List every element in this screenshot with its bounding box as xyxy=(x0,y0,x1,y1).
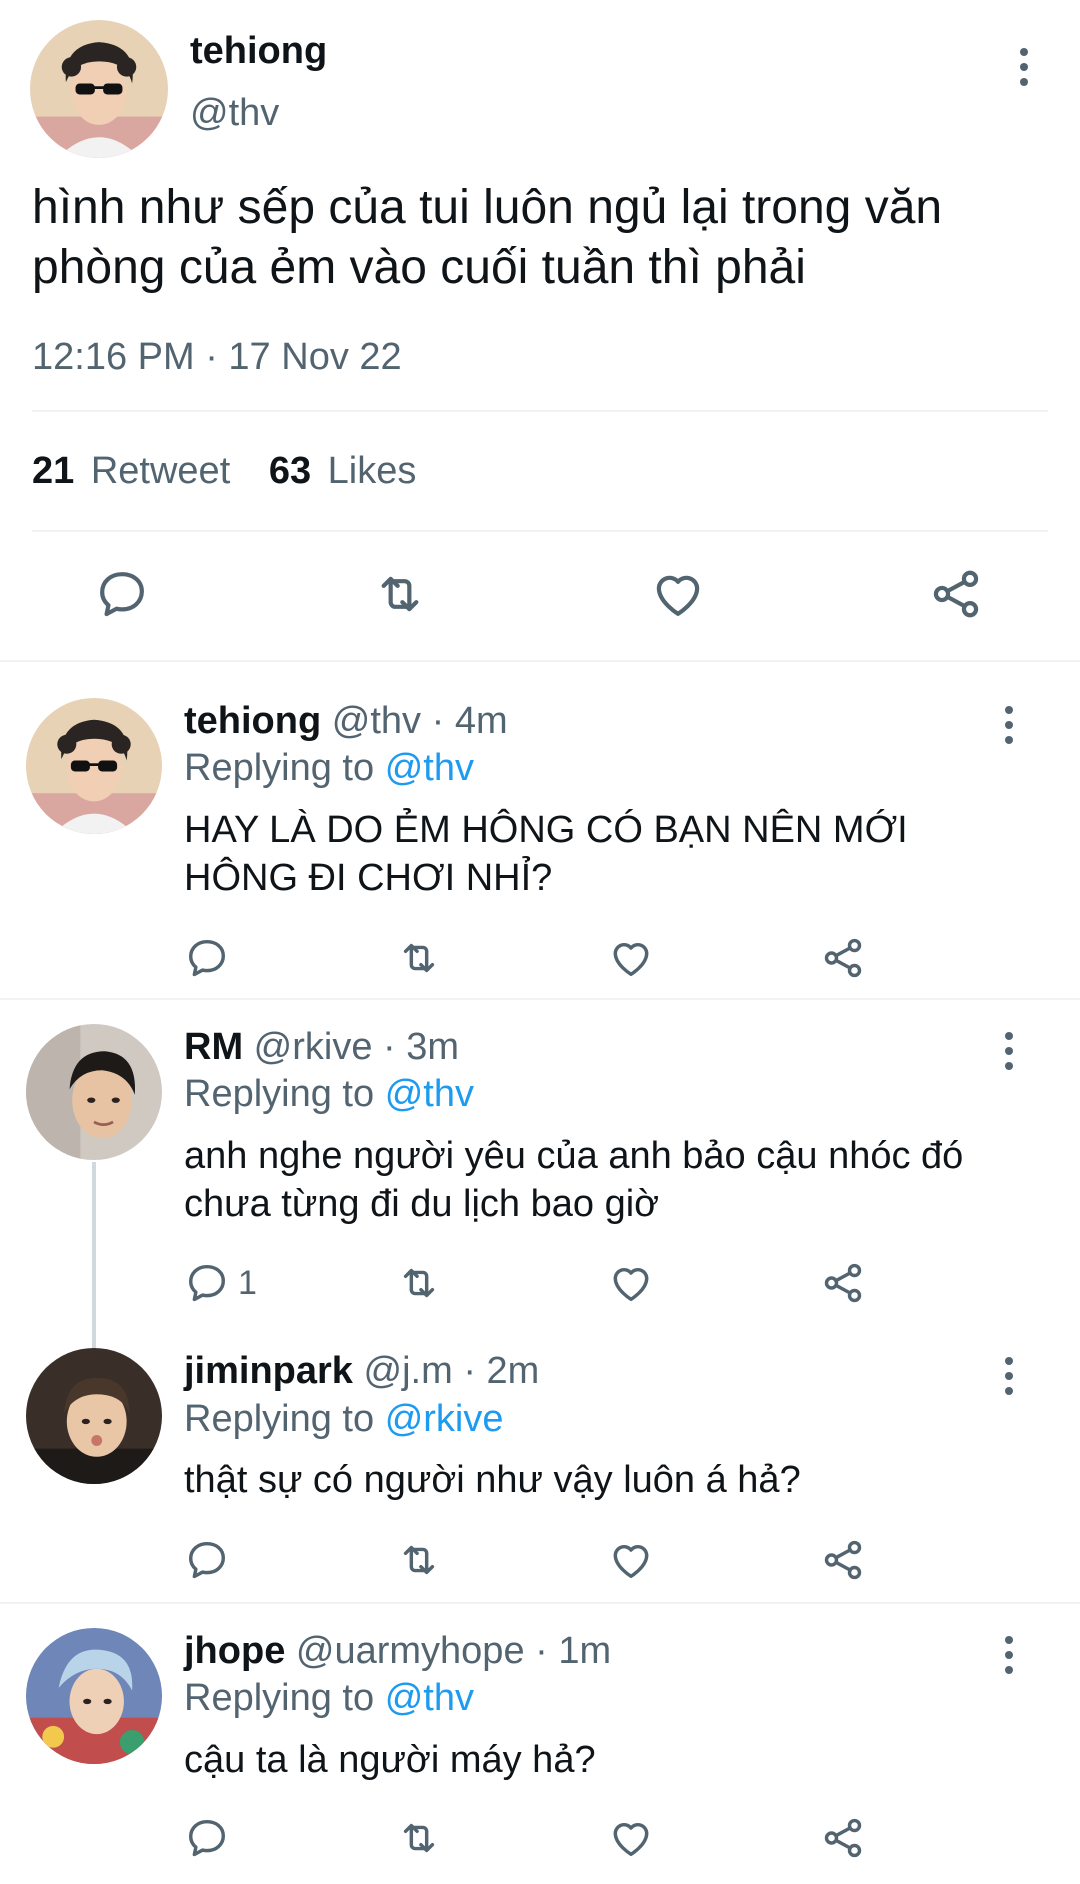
reply-icon[interactable] xyxy=(184,1260,230,1306)
replying-label: Replying to xyxy=(184,1398,375,1440)
reply-time: · 1m xyxy=(535,1630,612,1672)
reply-count: 1 xyxy=(238,1264,257,1302)
more-options-icon[interactable] xyxy=(1004,1357,1014,1402)
reply-header: jhope @uarmyhope · 1m xyxy=(184,1628,611,1674)
retweet-icon[interactable] xyxy=(396,1815,442,1861)
more-options-icon[interactable] xyxy=(1004,1636,1014,1681)
reply-header: jiminpark @j.m · 2m xyxy=(184,1348,539,1394)
like-icon[interactable] xyxy=(650,566,706,622)
divider xyxy=(0,998,1080,1000)
reply-text: cậu ta là người máy hả? xyxy=(184,1739,596,1781)
retweet-icon[interactable] xyxy=(396,935,442,981)
replying-to-link[interactable]: @thv xyxy=(385,1677,474,1719)
more-options-icon[interactable] xyxy=(1004,1032,1014,1077)
replying-label: Replying to xyxy=(184,1073,375,1115)
replying-to: Replying to @thv xyxy=(184,745,474,791)
retweet-icon[interactable] xyxy=(372,566,428,622)
reply-handle[interactable]: @thv xyxy=(332,700,421,742)
like-icon[interactable] xyxy=(608,1537,654,1583)
reply-handle[interactable]: @j.m xyxy=(364,1350,453,1392)
main-display-name[interactable]: tehiong xyxy=(190,30,327,73)
share-icon[interactable] xyxy=(928,566,984,622)
replying-to-link[interactable]: @thv xyxy=(385,747,474,789)
retweet-count[interactable]: 21 xyxy=(32,450,74,492)
more-options-icon[interactable] xyxy=(1019,48,1029,93)
like-icon[interactable] xyxy=(608,1260,654,1306)
reply-header: tehiong @thv · 4m xyxy=(184,698,508,744)
divider xyxy=(0,660,1080,662)
reply-display-name[interactable]: jiminpark xyxy=(184,1350,353,1392)
reply-time: · 2m xyxy=(463,1350,540,1392)
reply-text: thật sự có người như vậy luôn á hả? xyxy=(184,1459,801,1501)
like-count[interactable]: 63 xyxy=(269,450,311,492)
like-icon[interactable] xyxy=(608,1815,654,1861)
replying-label: Replying to xyxy=(184,747,375,789)
divider xyxy=(32,530,1048,532)
reply-header: RM @rkive · 3m xyxy=(184,1024,459,1070)
reply-display-name[interactable]: RM xyxy=(184,1026,243,1068)
divider xyxy=(32,410,1048,412)
reply-handle[interactable]: @uarmyhope xyxy=(296,1630,525,1672)
replying-to-link[interactable]: @rkive xyxy=(385,1398,504,1440)
reply-time: · 3m xyxy=(383,1026,460,1068)
thread-line xyxy=(92,1162,96,1348)
avatar[interactable] xyxy=(26,1024,162,1160)
replying-to-link[interactable]: @thv xyxy=(385,1073,474,1115)
like-icon[interactable] xyxy=(608,935,654,981)
main-timestamp[interactable]: 12:16 PM · 17 Nov 22 xyxy=(32,336,402,379)
more-options-icon[interactable] xyxy=(1004,706,1014,751)
retweet-icon[interactable] xyxy=(396,1537,442,1583)
avatar[interactable] xyxy=(26,698,162,834)
share-icon[interactable] xyxy=(820,1815,866,1861)
reply-icon[interactable] xyxy=(184,935,230,981)
reply-display-name[interactable]: jhope xyxy=(184,1630,285,1672)
reply-icon[interactable] xyxy=(94,566,150,622)
reply-display-name[interactable]: tehiong xyxy=(184,700,321,742)
avatar[interactable] xyxy=(26,1628,162,1764)
reply-icon[interactable] xyxy=(184,1815,230,1861)
main-tweet-text: hình như sếp của tui luôn ngủ lại trong … xyxy=(32,181,943,294)
share-icon[interactable] xyxy=(820,1537,866,1583)
like-label[interactable]: Likes xyxy=(328,450,417,492)
retweet-icon[interactable] xyxy=(396,1260,442,1306)
replying-to: Replying to @thv xyxy=(184,1071,474,1117)
share-icon[interactable] xyxy=(820,935,866,981)
reply-handle[interactable]: @rkive xyxy=(254,1026,373,1068)
reply-text: HAY LÀ DO ẺM HÔNG CÓ BẠN NÊN MỚI HÔNG ĐI… xyxy=(184,809,908,899)
avatar-main-tweet[interactable] xyxy=(30,20,168,158)
replying-label: Replying to xyxy=(184,1677,375,1719)
replying-to: Replying to @rkive xyxy=(184,1396,504,1442)
retweet-label[interactable]: Retweet xyxy=(91,450,230,492)
replying-to: Replying to @thv xyxy=(184,1675,474,1721)
reply-text: anh nghe người yêu của anh bảo cậu nhóc … xyxy=(184,1135,964,1225)
reply-time: · 4m xyxy=(431,700,508,742)
share-icon[interactable] xyxy=(820,1260,866,1306)
reply-icon[interactable] xyxy=(184,1537,230,1583)
divider xyxy=(0,1602,1080,1604)
main-handle[interactable]: @thv xyxy=(190,92,279,135)
engagement-stats: 21 Retweet 63 Likes xyxy=(32,450,416,493)
avatar[interactable] xyxy=(26,1348,162,1484)
